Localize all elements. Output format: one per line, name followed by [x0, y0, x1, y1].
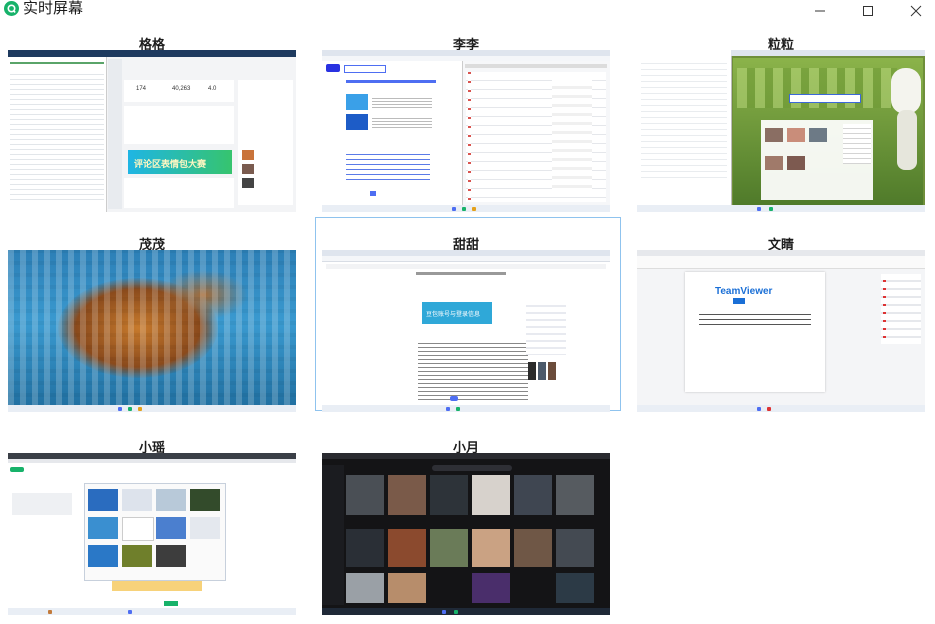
- close-button[interactable]: [893, 0, 935, 22]
- stat-value: 40,263: [172, 86, 191, 92]
- screen-thumbnail[interactable]: [322, 50, 610, 212]
- screen-thumbnail[interactable]: [8, 250, 296, 412]
- screen-tile-tiantian[interactable]: 甜甜 豆包账号与登录信息: [315, 217, 621, 412]
- stat-value: 174: [136, 86, 147, 92]
- screen-tile-gege[interactable]: 格格 174 40,263 4.0 评论区表情包大赛: [8, 37, 296, 212]
- title-bar: 实时屏幕: [0, 0, 935, 22]
- maximize-icon: [863, 6, 873, 16]
- minimize-button[interactable]: [797, 0, 843, 22]
- screen-thumbnail[interactable]: 豆包账号与登录信息: [322, 250, 610, 412]
- screen-thumbnail[interactable]: [322, 453, 610, 615]
- screen-tile-maomao[interactable]: 茂茂: [8, 237, 296, 412]
- dialog-title: 豆包账号与登录信息: [426, 312, 481, 318]
- screen-thumbnail[interactable]: 174 40,263 4.0 评论区表情包大赛: [8, 50, 296, 212]
- screen-tile-lili2[interactable]: 粒粒: [637, 37, 925, 212]
- maximize-button[interactable]: [845, 0, 891, 22]
- document-logo-text: TeamViewer: [715, 286, 773, 297]
- screen-tile-xiaoyao[interactable]: 小瑶: [8, 440, 296, 615]
- stat-value: 4.0: [208, 86, 217, 92]
- screen-thumbnail[interactable]: TeamViewer: [637, 250, 925, 412]
- screen-thumbnail[interactable]: [8, 453, 296, 615]
- window-title: 实时屏幕: [23, 0, 84, 17]
- close-icon: [910, 5, 922, 17]
- screen-tile-lili[interactable]: 李李: [322, 37, 610, 212]
- app-logo-icon: [4, 1, 19, 16]
- screen-tile-xiaoyue[interactable]: 小月: [322, 440, 610, 615]
- screen-tile-wenjing[interactable]: 文睛 TeamViewer: [637, 237, 925, 412]
- promo-banner: 评论区表情包大赛: [134, 159, 207, 169]
- minimize-icon: [815, 10, 825, 12]
- screen-thumbnail[interactable]: [637, 50, 925, 212]
